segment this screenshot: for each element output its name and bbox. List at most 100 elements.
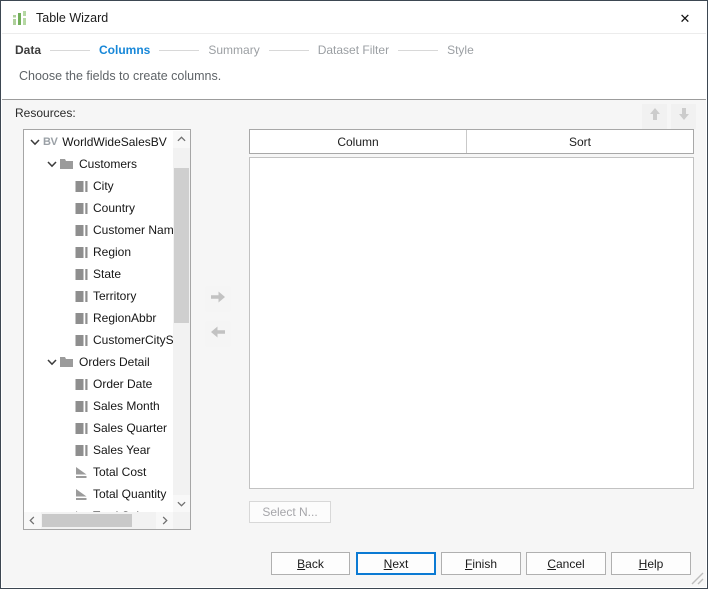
scroll-left-icon[interactable] — [24, 512, 41, 529]
tree-item-order-date[interactable]: Order Date — [25, 373, 173, 395]
back-button[interactable]: Back — [271, 552, 350, 575]
field-icon — [75, 180, 88, 193]
scroll-right-icon[interactable] — [156, 512, 173, 529]
tree-item-label: Country — [93, 201, 136, 215]
tree-item-city[interactable]: City — [25, 175, 173, 197]
tree-item-orders-detail[interactable]: Orders Detail — [25, 351, 173, 373]
tree-item-label: Sales Year — [93, 443, 151, 457]
tree-item-total-cost[interactable]: Total Cost — [25, 461, 173, 483]
tree-item-total-quantity[interactable]: Total Quantity — [25, 483, 173, 505]
select-n-button[interactable]: Select N... — [249, 501, 331, 523]
table-wizard-app-icon — [12, 10, 28, 27]
field-icon — [75, 400, 88, 413]
move-down-button[interactable] — [671, 104, 696, 129]
wizard-step-bar: Data Columns Summary Dataset Filter Style — [15, 41, 474, 59]
wizard-content: Resources: BV WorldWideSalesBV Customers Ci… — [2, 100, 706, 587]
field-icon — [75, 444, 88, 457]
button-mnemonic: B — [297, 556, 306, 571]
step-summary[interactable]: Summary — [208, 43, 259, 57]
resources-label: Resources: — [15, 106, 76, 120]
tree-item-label: State — [93, 267, 122, 281]
field-icon — [75, 202, 88, 215]
chevron-down-icon[interactable] — [46, 356, 58, 368]
tree-item-region[interactable]: Region — [25, 241, 173, 263]
tree-item-state[interactable]: State — [25, 263, 173, 285]
tree-item-label: CustomerCityStateZ — [93, 333, 173, 347]
measure-icon — [75, 488, 88, 501]
move-up-button[interactable] — [642, 104, 667, 129]
chevron-down-icon[interactable] — [29, 136, 41, 148]
tree-item-label: Customer Name — [93, 223, 173, 237]
tree-item-label: Sales Month — [93, 399, 160, 413]
bv-icon: BV — [43, 136, 58, 148]
step-separator — [398, 49, 439, 51]
folder-icon — [60, 356, 74, 368]
columns-table-header: Column Sort — [249, 129, 694, 154]
tree-item-sales-year[interactable]: Sales Year — [25, 439, 173, 461]
step-style[interactable]: Style — [447, 43, 474, 57]
tree-item-label: Sales Quarter — [93, 421, 168, 435]
tree-item-label: Order Date — [93, 377, 153, 391]
horizontal-scroll-thumb[interactable] — [42, 514, 132, 527]
tree-item-sales-quarter[interactable]: Sales Quarter — [25, 417, 173, 439]
columns-table-body[interactable] — [249, 157, 694, 489]
resize-grip[interactable] — [690, 571, 704, 585]
button-label-rest: elp — [647, 556, 664, 571]
tree-item-customer-name[interactable]: Customer Name — [25, 219, 173, 241]
help-button[interactable]: Help — [611, 552, 691, 575]
tree-item-customercitystatez[interactable]: CustomerCityStateZ — [25, 329, 173, 351]
button-label-rest: ext — [392, 556, 409, 571]
table-wizard-dialog: Table Wizard ✕ Data Columns Summary Dataset… — [0, 0, 708, 589]
button-label-rest: ack — [305, 556, 324, 571]
field-icon — [75, 290, 88, 303]
scroll-down-icon[interactable] — [173, 495, 190, 512]
column-header-sort: Sort — [568, 134, 591, 149]
tree-item-customers[interactable]: Customers — [25, 153, 173, 175]
field-icon — [75, 224, 88, 237]
step-separator — [50, 49, 91, 51]
tree-item-label: Territory — [93, 289, 137, 303]
tree-item-regionabbr[interactable]: RegionAbbr — [25, 307, 173, 329]
button-mnemonic: C — [547, 556, 556, 571]
measure-icon — [75, 466, 88, 479]
button-label-rest: ancel — [555, 556, 585, 571]
step-data[interactable]: Data — [15, 43, 41, 57]
window-title: Table Wizard — [36, 11, 109, 25]
step-separator — [268, 49, 309, 51]
button-mnemonic: H — [638, 556, 648, 571]
tree-item-label: Total Quantity — [93, 487, 167, 501]
button-label-rest: inish — [472, 556, 498, 571]
arrow-right-icon — [209, 289, 227, 310]
tree-horizontal-scrollbar[interactable] — [24, 512, 173, 529]
finish-button[interactable]: Finish — [441, 552, 521, 575]
tree-item-label: Region — [93, 245, 132, 259]
tree-item-country[interactable]: Country — [25, 197, 173, 219]
field-icon — [75, 334, 88, 347]
add-column-button[interactable] — [205, 286, 231, 312]
tree-item-worldwidesalesbv[interactable]: BV WorldWideSalesBV — [25, 131, 173, 153]
tree-vertical-scrollbar[interactable] — [173, 131, 190, 512]
chevron-down-icon[interactable] — [46, 158, 58, 170]
step-dataset-filter[interactable]: Dataset Filter — [318, 43, 389, 57]
tree-item-label: Orders Detail — [79, 355, 150, 369]
next-button[interactable]: Next — [356, 552, 436, 575]
remove-column-button[interactable] — [205, 321, 231, 347]
column-header-column: Column — [250, 130, 467, 153]
title-bar: Table Wizard ✕ — [2, 2, 706, 34]
tree-item-label: RegionAbbr — [93, 311, 157, 325]
button-mnemonic: N — [383, 556, 393, 571]
cancel-button[interactable]: Cancel — [526, 552, 606, 575]
tree-item-total-sal[interactable]: Total Sal — [25, 505, 173, 512]
tree-item-label: WorldWideSalesBV — [62, 135, 167, 149]
folder-icon — [60, 158, 74, 170]
tree-item-label: Customers — [79, 157, 138, 171]
field-icon — [75, 422, 88, 435]
close-icon[interactable]: ✕ — [676, 10, 694, 28]
arrow-up-icon — [647, 106, 663, 127]
tree-item-territory[interactable]: Territory — [25, 285, 173, 307]
tree-viewport: BV WorldWideSalesBV Customers City Country Cu… — [25, 131, 173, 512]
step-columns[interactable]: Columns — [99, 43, 150, 57]
vertical-scroll-thumb[interactable] — [174, 168, 189, 323]
tree-item-sales-month[interactable]: Sales Month — [25, 395, 173, 417]
scroll-up-icon[interactable] — [173, 131, 190, 148]
